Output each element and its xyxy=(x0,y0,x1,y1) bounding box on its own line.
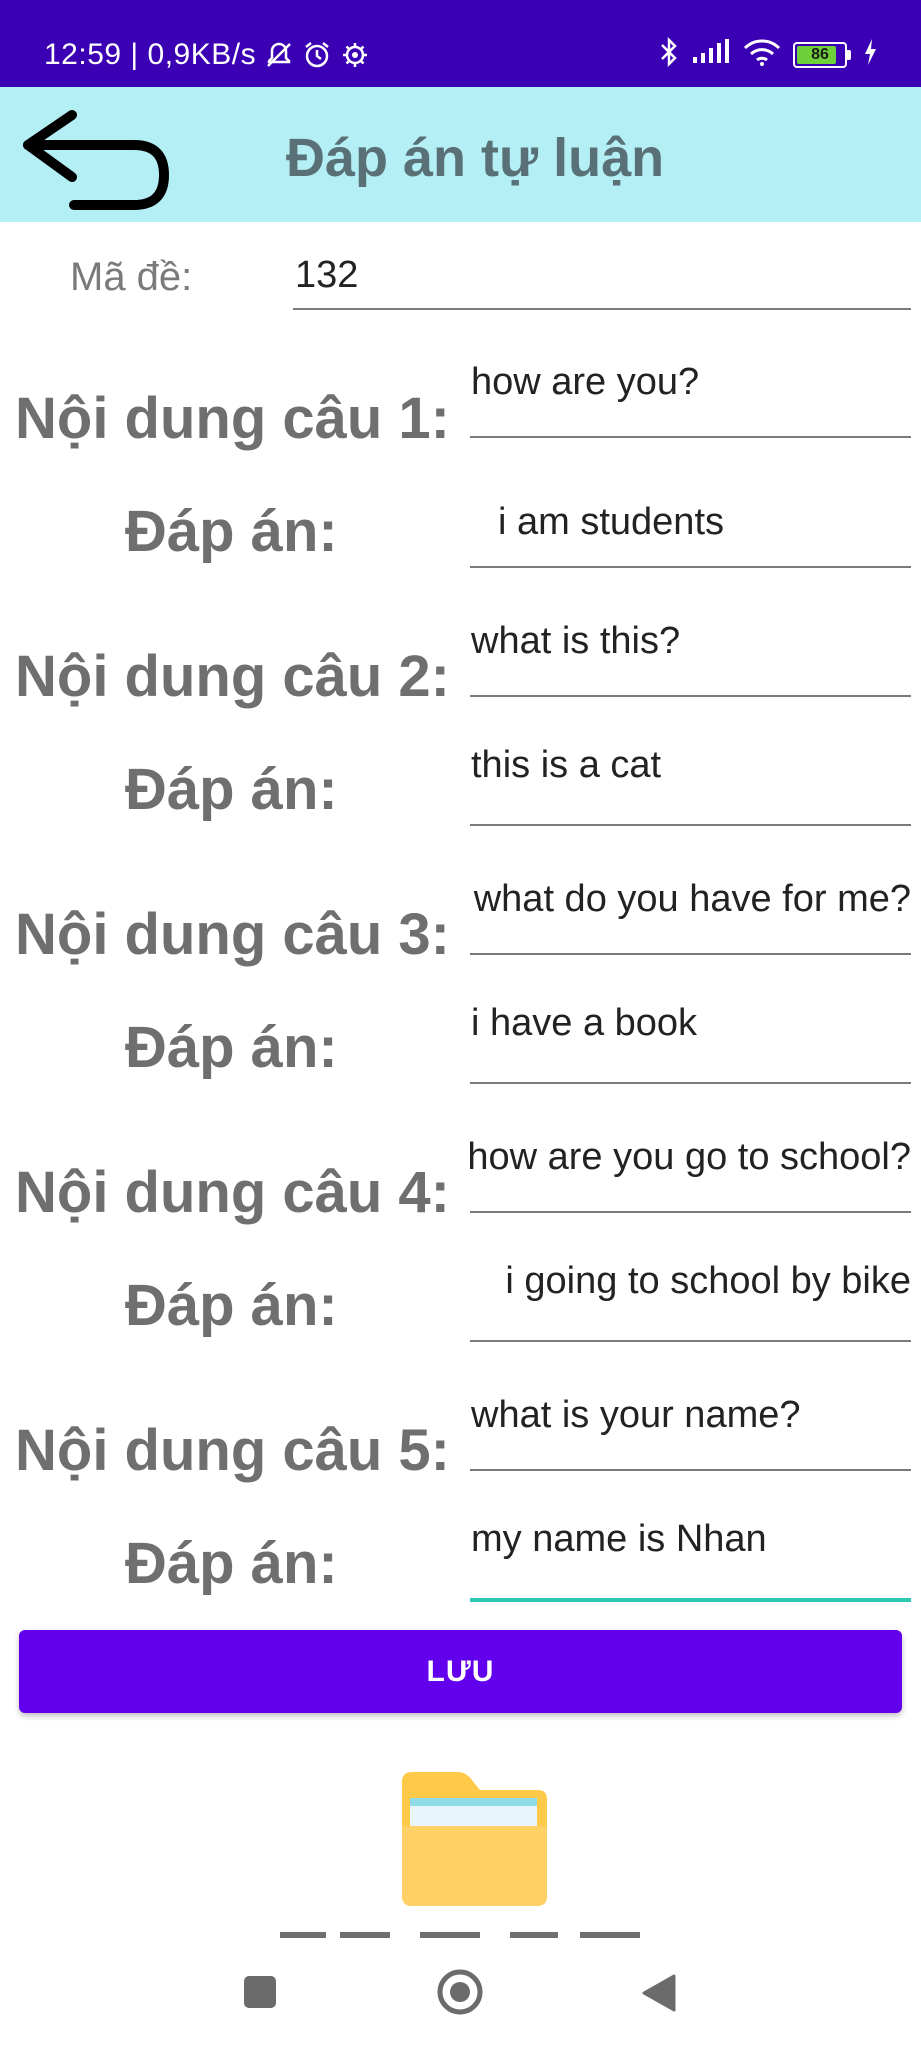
recents-button[interactable] xyxy=(242,1974,278,2015)
question-label-5: Nội dung câu 5: xyxy=(15,1418,450,1483)
page-title: Đáp án tự luận xyxy=(286,128,665,188)
status-time: 12:59 | 0,9KB/s xyxy=(44,38,257,71)
question-field-2[interactable]: what is this? xyxy=(470,604,911,697)
answer-label-3: Đáp án: xyxy=(125,1015,338,1080)
app-bar: Đáp án tự luận xyxy=(0,87,921,222)
answer-label-4: Đáp án: xyxy=(125,1273,338,1338)
back-arrow-icon xyxy=(14,110,174,215)
battery-level: 86 xyxy=(811,45,829,63)
answer-field-4[interactable]: i going to school by bike xyxy=(470,1249,911,1342)
back-button[interactable] xyxy=(14,101,174,211)
answer-value-1: i am students xyxy=(498,501,724,543)
battery-body: 86 xyxy=(793,41,847,68)
answer-value-2: this is a cat xyxy=(471,744,662,786)
question-field-3[interactable]: what do you have for me? xyxy=(470,862,911,955)
signal-icon xyxy=(691,39,731,70)
status-bar: 12:59 | 0,9KB/s 86 xyxy=(0,0,921,87)
home-button[interactable] xyxy=(436,1968,484,2021)
battery-icon: 86 xyxy=(793,41,851,68)
answer-label-1: Đáp án: xyxy=(125,499,338,564)
exam-code-field[interactable]: 132 xyxy=(293,246,911,310)
navigation-bar xyxy=(0,1938,921,2048)
answer-value-3: i have a book xyxy=(471,1002,698,1044)
status-left: 12:59 | 0,9KB/s xyxy=(44,38,370,72)
question-value-3: what do you have for me? xyxy=(473,878,911,920)
exam-code-label: Mã đề: xyxy=(70,255,193,299)
square-icon xyxy=(242,1976,278,2014)
alarm-icon xyxy=(302,40,332,70)
question-value-5: what is your name? xyxy=(471,1394,801,1436)
back-nav-button[interactable] xyxy=(640,1974,676,2017)
answer-label-5: Đáp án: xyxy=(125,1531,338,1596)
question-value-1: how are you? xyxy=(471,361,700,403)
answer-label-2: Đáp án: xyxy=(125,757,338,822)
home-circle-icon xyxy=(436,1969,484,2020)
battery-cap xyxy=(847,49,851,60)
mute-bell-icon xyxy=(264,40,294,70)
answer-value-5: my name is Nhan xyxy=(471,1518,767,1560)
answer-field-5[interactable]: my name is Nhan xyxy=(470,1507,911,1602)
question-value-4: how are you go to school? xyxy=(470,1136,911,1178)
folder-icon[interactable] xyxy=(396,1768,551,1913)
answer-field-1[interactable]: i am students xyxy=(470,475,911,568)
question-label-2: Nội dung câu 2: xyxy=(15,644,450,709)
bluetooth-icon xyxy=(659,36,679,73)
answer-field-2[interactable]: this is a cat xyxy=(470,733,911,826)
charging-icon xyxy=(863,38,877,71)
answer-field-3[interactable]: i have a book xyxy=(470,991,911,1084)
status-right: 86 xyxy=(659,36,877,73)
cut-off-label xyxy=(280,1926,650,1938)
exam-code-value: 132 xyxy=(295,254,359,296)
save-button[interactable]: LƯU xyxy=(19,1630,902,1713)
question-field-5[interactable]: what is your name? xyxy=(470,1378,911,1471)
question-label-1: Nội dung câu 1: xyxy=(15,386,450,451)
question-field-1[interactable]: how are you? xyxy=(470,345,911,438)
triangle-back-icon xyxy=(640,1974,676,2016)
question-field-4[interactable]: how are you go to school? xyxy=(470,1120,911,1213)
question-label-4: Nội dung câu 4: xyxy=(15,1160,450,1225)
question-label-3: Nội dung câu 3: xyxy=(15,902,450,967)
settings-gear-icon xyxy=(340,40,370,70)
question-value-2: what is this? xyxy=(471,620,681,662)
wifi-icon xyxy=(743,38,781,71)
answer-value-4: i going to school by bike xyxy=(505,1260,911,1302)
